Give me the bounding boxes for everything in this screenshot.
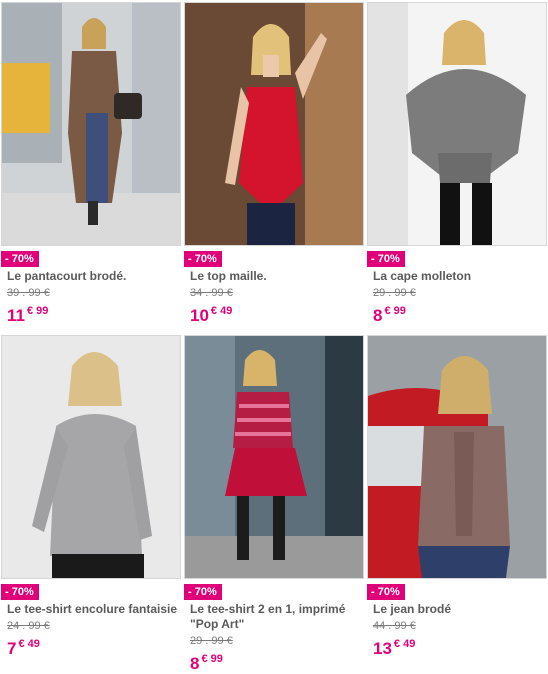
old-price: 24 . 99 €	[7, 620, 50, 632]
discount-badge: - 70%	[1, 251, 39, 267]
product-photo-pantacourt[interactable]	[1, 2, 181, 246]
sale-price-int: 8	[190, 654, 200, 673]
old-price: 44 . 99 €	[373, 620, 416, 632]
product-photo-jean-brode[interactable]	[367, 335, 547, 579]
sale-price: 8 € 99	[373, 302, 547, 326]
sale-price-int: 8	[373, 306, 383, 325]
sale-price: 7 € 49	[7, 635, 181, 659]
discount-badge: - 70%	[184, 251, 222, 267]
old-price: 39 . 99 €	[7, 287, 50, 299]
old-price: 29 . 99 €	[373, 287, 416, 299]
sale-price: 10 € 49	[190, 302, 364, 326]
product-card-tee-shirt-pop-art[interactable]: - 70% Le tee-shirt 2 en 1, imprimé "Pop …	[184, 335, 364, 674]
product-photo-tee-shirt-encolure[interactable]	[1, 335, 181, 579]
sale-price-cents: € 99	[26, 305, 49, 317]
sale-price-int: 10	[190, 306, 209, 325]
product-title[interactable]: Le pantacourt brodé.	[7, 269, 179, 284]
discount-badge: - 70%	[1, 584, 39, 600]
product-photo-cape-molleton[interactable]	[367, 2, 547, 246]
product-photo-top-maille[interactable]	[184, 2, 364, 246]
sale-price-cents: € 99	[384, 305, 406, 317]
product-title[interactable]: Le top maille.	[190, 269, 362, 284]
sale-price-cents: € 49	[393, 638, 416, 650]
product-title[interactable]: La cape molleton	[373, 269, 545, 284]
discount-badge: - 70%	[184, 584, 222, 600]
sale-price-int: 7	[7, 639, 17, 658]
sale-price-int: 11	[7, 306, 25, 325]
old-price: 29 . 99 €	[190, 635, 233, 647]
product-card-pantacourt[interactable]: - 70% Le pantacourt brodé. 39 . 99 € 11 €…	[1, 2, 181, 326]
product-card-cape-molleton[interactable]: - 70% La cape molleton 29 . 99 € 8 € 99	[367, 2, 547, 326]
product-title[interactable]: Le tee-shirt 2 en 1, imprimé "Pop Art"	[190, 602, 362, 632]
product-photo-tee-shirt-pop-art[interactable]	[184, 335, 364, 579]
sale-price: 13 € 49	[373, 635, 547, 659]
product-card-tee-shirt-encolure[interactable]: - 70% Le tee-shirt encolure fantaisie 24…	[1, 335, 181, 659]
discount-badge: - 70%	[367, 584, 405, 600]
sale-price-int: 13	[373, 639, 392, 658]
discount-badge: - 70%	[367, 251, 405, 267]
product-title[interactable]: Le jean brodé	[373, 602, 545, 617]
product-title[interactable]: Le tee-shirt encolure fantaisie	[7, 602, 179, 617]
sale-price: 11 € 99	[7, 302, 181, 326]
old-price: 34 . 99 €	[190, 287, 233, 299]
sale-price-cents: € 99	[201, 653, 223, 665]
sale-price: 8 € 99	[190, 650, 364, 674]
product-card-top-maille[interactable]: - 70% Le top maille. 34 . 99 € 10 € 49	[184, 2, 364, 326]
sale-price-cents: € 49	[210, 305, 233, 317]
sale-price-cents: € 49	[18, 638, 40, 650]
product-card-jean-brode[interactable]: - 70% Le jean brodé 44 . 99 € 13 € 49	[367, 335, 547, 659]
